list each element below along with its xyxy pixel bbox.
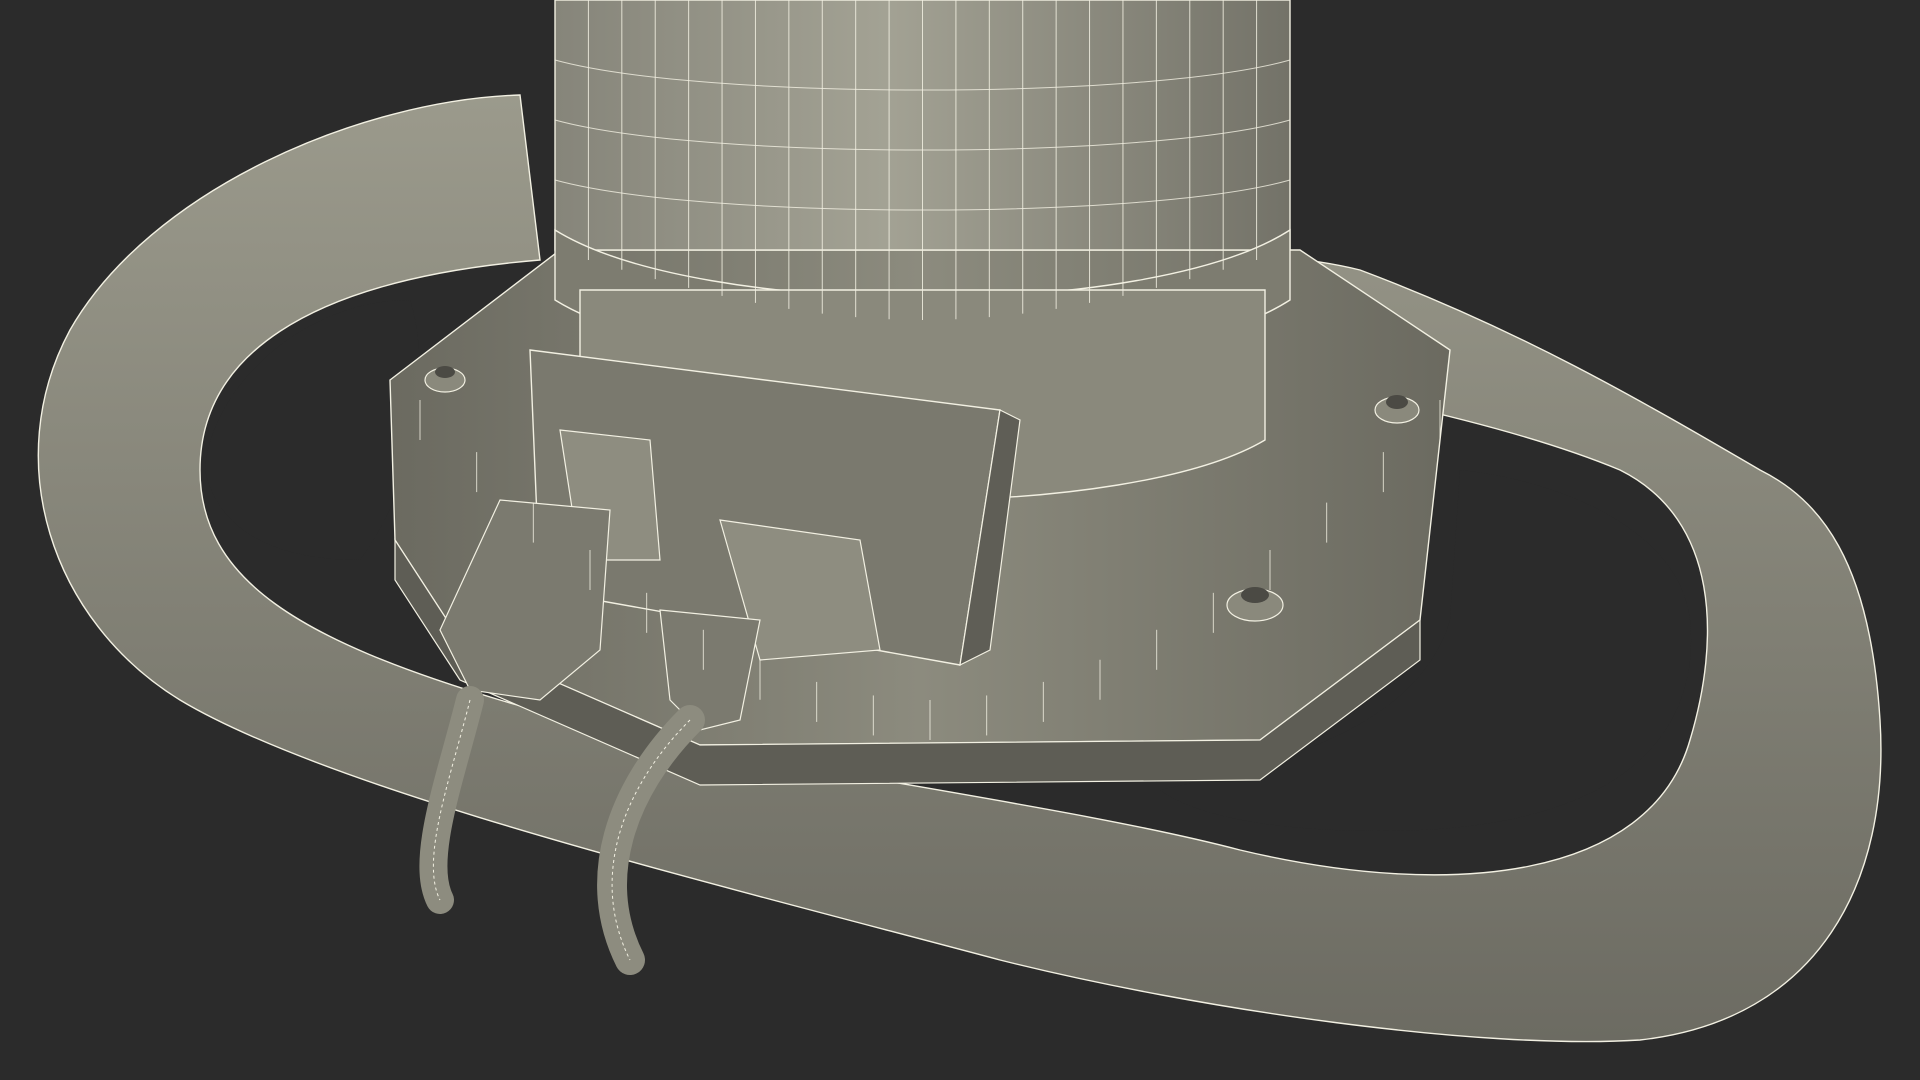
render-viewport bbox=[0, 0, 1920, 1080]
wireframe-scene bbox=[37, 0, 1882, 1043]
